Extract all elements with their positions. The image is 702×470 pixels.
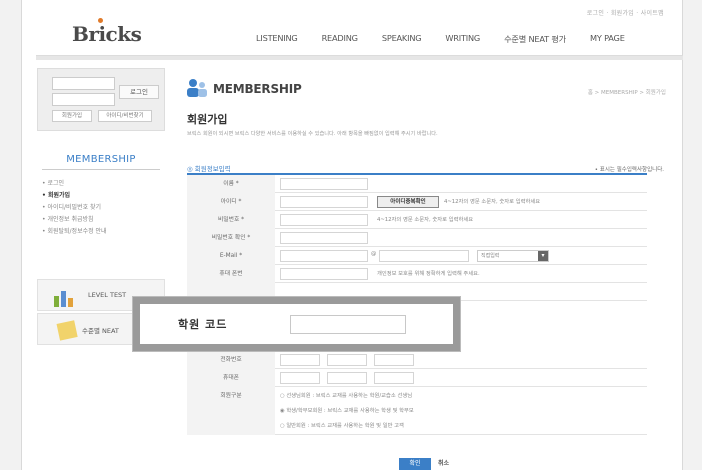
- cancel-button[interactable]: 취소: [438, 458, 449, 470]
- members-icon: [187, 79, 207, 97]
- row-phone: 전화번호: [187, 351, 647, 369]
- cellphone-input-1[interactable]: [280, 372, 320, 384]
- email-select-value: 직접입력: [481, 253, 500, 259]
- sidebar-item-label: 회원탈퇴/정보수정 안내: [47, 228, 107, 235]
- row-label: 휴대폰: [187, 369, 275, 387]
- sidebar-title: MEMBERSHIP: [66, 154, 136, 165]
- row-label: 비밀번호 *: [187, 211, 275, 229]
- login-box: 로그인 회원가입 아이디/비번찾기: [37, 68, 165, 131]
- sidebar-item-label: 아이디/비밀번호 찾기: [47, 204, 102, 211]
- nav-writing[interactable]: WRITING: [445, 33, 480, 45]
- email-domain-select[interactable]: 직접입력 ▾: [477, 250, 549, 262]
- row-label: 회원구분: [187, 387, 275, 435]
- row-label: 휴대 폰번: [187, 265, 275, 283]
- cellphone-input-3[interactable]: [374, 372, 414, 384]
- sidebar-item-label: 개인정보 취급방침: [47, 216, 94, 223]
- password-confirm-input[interactable]: [280, 232, 368, 244]
- logo-text: Bricks: [72, 22, 142, 46]
- row-label: 이름 *: [187, 175, 275, 193]
- submit-button[interactable]: 확인: [399, 458, 431, 470]
- row-name: 이름 *: [187, 175, 647, 193]
- sidebar-item-privacy[interactable]: • 개인정보 취급방침: [42, 214, 107, 226]
- nav-speaking[interactable]: SPEAKING: [382, 33, 422, 45]
- page-title: 회원가입: [187, 113, 228, 126]
- login-password-input[interactable]: [52, 93, 115, 106]
- id-input[interactable]: [280, 196, 368, 208]
- radio-label: 학생/학부모회원 : 브릭스 교재를 사용하는 학생 및 학부모: [286, 408, 414, 414]
- sidebar-item-label: 로그인: [47, 180, 65, 187]
- util-links[interactable]: 로그인 · 회원가입 · 사이트맵: [587, 8, 664, 17]
- sidebar-item-find[interactable]: • 아이디/비밀번호 찾기: [42, 202, 107, 214]
- email-domain-input[interactable]: [379, 250, 469, 262]
- main-nav: LISTENING READING SPEAKING WRITING 수준별 N…: [256, 33, 649, 45]
- radio-label: 일반회원 : 브릭스 교재를 사용하는 학원 및 일반 고객: [286, 423, 404, 429]
- email-at: @: [371, 251, 377, 257]
- nav-mypage[interactable]: MY PAGE: [590, 33, 625, 45]
- academy-code-label: 학원 코드: [178, 318, 228, 331]
- mobile-hint: 개인정보 보호를 위해 정확하게 입력해 주세요.: [377, 271, 480, 277]
- row-label: 전화번호: [187, 351, 275, 369]
- row-password: 비밀번호 * 4~12자의 영문 소문자, 숫자로 입력하세요: [187, 211, 647, 229]
- intro-text: 브릭스 회원이 되시면 브릭스 다양한 서비스를 이용하실 수 있습니다. 아래…: [187, 131, 438, 137]
- section-title: MEMBERSHIP: [213, 82, 302, 96]
- password-hint: 4~12자의 영문 소문자, 숫자로 입력하세요: [377, 217, 474, 223]
- row-label: 비밀번호 확인 *: [187, 229, 275, 247]
- phone-input-3[interactable]: [374, 354, 414, 366]
- id-hint: 4~12자의 영문 소문자, 숫자로 입력하세요: [444, 199, 541, 205]
- row-email: E-Mail * @ 직접입력 ▾: [187, 247, 647, 265]
- row-cellphone: 휴대폰: [187, 369, 647, 387]
- academy-code-callout: 학원 코드: [133, 297, 460, 351]
- mobile-input[interactable]: [280, 268, 368, 280]
- breadcrumb: 홈 > MEMBERSHIP > 회원가입: [587, 90, 666, 96]
- password-input[interactable]: [280, 214, 368, 226]
- radio-general[interactable]: ○ 일반회원 : 브릭스 교재를 사용하는 학원 및 일반 고객: [280, 421, 404, 429]
- nav-neat[interactable]: 수준별 NEAT 평가: [504, 33, 566, 45]
- sidebar-item-withdraw[interactable]: • 회원탈퇴/정보수정 안내: [42, 226, 107, 238]
- row-mobile: 휴대 폰번 개인정보 보호를 위해 정확하게 입력해 주세요.: [187, 265, 647, 283]
- login-id-input[interactable]: [52, 77, 115, 90]
- nav-listening[interactable]: LISTENING: [256, 33, 298, 45]
- bar-chart-icon: [54, 291, 73, 307]
- row-label: 아이디 *: [187, 193, 275, 211]
- name-input[interactable]: [280, 178, 368, 190]
- header-divider: [36, 55, 683, 60]
- sidebar-divider: [42, 169, 160, 170]
- circle-bullet-icon: ◎: [187, 165, 195, 173]
- sidebar-item-login[interactable]: • 로그인: [42, 178, 107, 190]
- form-header-label: 회원정보입력: [194, 165, 231, 173]
- note-icon: [56, 320, 78, 341]
- logo-dot: [98, 18, 103, 23]
- sidebar-menu: • 로그인 • 회원가입 • 아이디/비밀번호 찾기 • 개인정보 취급방침 •…: [42, 178, 107, 238]
- form-header: ◎ 회원정보입력: [187, 163, 231, 173]
- email-id-input[interactable]: [280, 250, 368, 262]
- chevron-down-icon: ▾: [538, 251, 548, 261]
- required-note: • 표시는 필수입력사항입니다.: [594, 167, 664, 173]
- id-check-button[interactable]: 아이디중복확인: [377, 196, 439, 208]
- phone-input-1[interactable]: [280, 354, 320, 366]
- cellphone-input-2[interactable]: [327, 372, 367, 384]
- sidebar-item-join[interactable]: • 회원가입: [42, 190, 107, 202]
- nav-reading[interactable]: READING: [322, 33, 358, 45]
- level-test-label: LEVEL TEST: [88, 291, 127, 299]
- login-button[interactable]: 로그인: [119, 85, 159, 99]
- radio-student[interactable]: ◉ 학생/학부모회원 : 브릭스 교재를 사용하는 학생 및 학부모: [280, 406, 414, 414]
- find-account-button[interactable]: 아이디/비번찾기: [98, 110, 152, 122]
- row-label: E-Mail *: [187, 247, 275, 265]
- radio-label: 선생님회원 : 브릭스 교재를 사용하는 학원/교습소 선생님: [286, 393, 413, 399]
- join-button[interactable]: 회원가입: [52, 110, 92, 122]
- sidebar-item-label: 회원가입: [47, 192, 71, 199]
- row-member-type: 회원구분: [187, 387, 647, 435]
- logo[interactable]: Bricks: [72, 18, 142, 46]
- academy-code-input[interactable]: [290, 315, 406, 334]
- phone-input-2[interactable]: [327, 354, 367, 366]
- row-password-confirm: 비밀번호 확인 *: [187, 229, 647, 247]
- radio-teacher[interactable]: ○ 선생님회원 : 브릭스 교재를 사용하는 학원/교습소 선생님: [280, 391, 412, 399]
- row-id: 아이디 * 아이디중복확인 4~12자의 영문 소문자, 숫자로 입력하세요: [187, 193, 647, 211]
- neat-label: 수준별 NEAT: [82, 327, 119, 335]
